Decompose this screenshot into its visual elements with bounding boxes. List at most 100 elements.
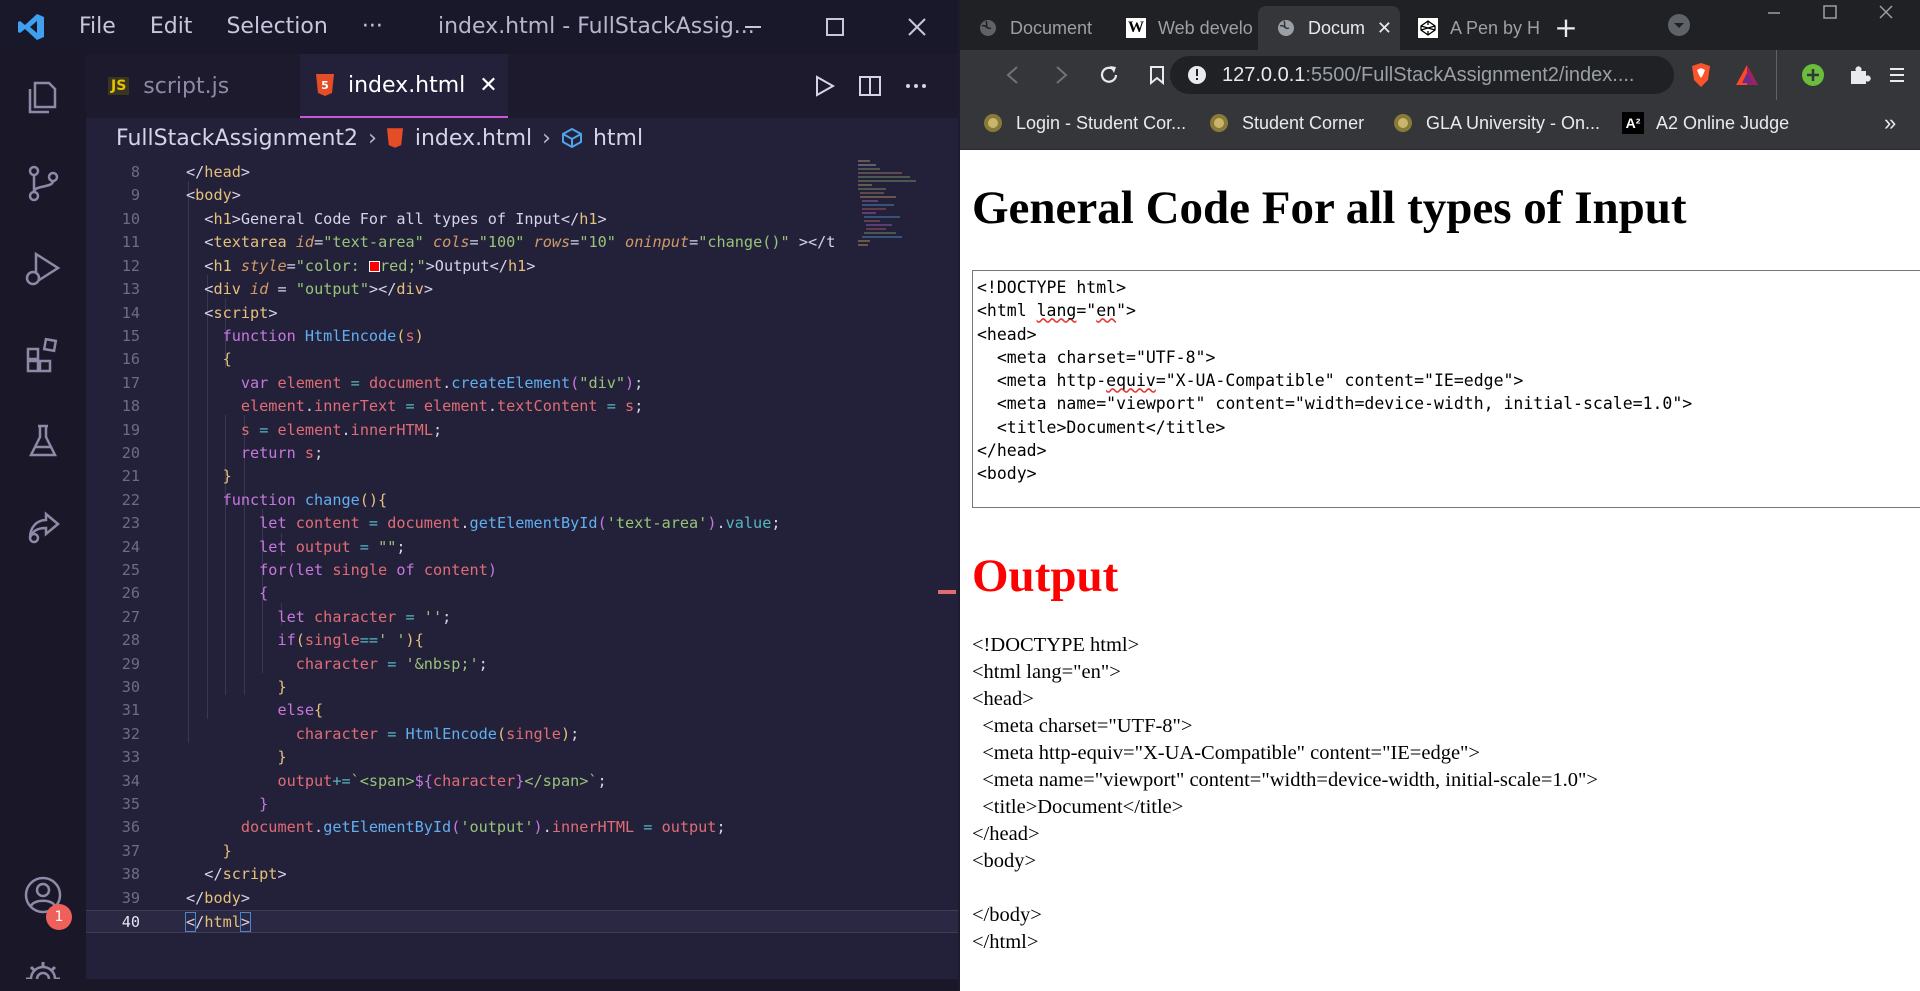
symbol-element-icon	[561, 127, 583, 149]
code-line: 31 else{	[121, 701, 324, 719]
url-path: :5500/FullStackAssignment2/index....	[1305, 63, 1635, 86]
status-bar	[0, 979, 958, 991]
browser-tab-title: A Pen by H	[1450, 17, 1541, 38]
extensions-icon[interactable]	[0, 312, 86, 398]
code-line: 9 <body>	[130, 186, 241, 204]
code-line: 38 </script>	[121, 865, 287, 883]
tab-search-icon[interactable]	[1666, 12, 1692, 38]
code-line: 10 <h1>General Code For all types of Inp…	[121, 210, 607, 228]
html5-file-icon: 5	[316, 74, 334, 96]
bookmark-item[interactable]: Login - Student Cor...	[982, 100, 1186, 146]
tab-close-button[interactable]: ✕	[479, 73, 497, 98]
chevron-right-icon: ›	[542, 125, 551, 151]
codepen-icon	[1418, 18, 1438, 38]
tab-label: script.js	[143, 73, 230, 99]
account-icon[interactable]	[0, 852, 86, 938]
bookmark-item[interactable]: Student Corner	[1208, 100, 1364, 146]
browser-tab-title: Web develo	[1158, 17, 1253, 38]
code-line: 11 <textarea id="text-area" cols="100" r…	[121, 233, 836, 251]
code-line: 8 </head>	[130, 163, 251, 181]
bookmark-label: Login - Student Cor...	[1016, 112, 1187, 133]
code-line: 18 element.innerText = element.textConte…	[121, 397, 644, 415]
code-line: 22 function change(){	[121, 491, 388, 509]
menu-edit[interactable]: Edit	[133, 0, 210, 54]
more-actions-icon[interactable]	[892, 54, 940, 118]
close-tab-button[interactable]: ✕	[1377, 18, 1392, 39]
editor-tab-bar: JS script.js 5 index.html ✕	[86, 54, 958, 118]
code-line: 30 }	[121, 678, 287, 696]
brave-shields-icon[interactable]	[1678, 50, 1724, 100]
code-line: 23 let content = document.getElementById…	[121, 514, 781, 532]
javascript-file-icon: JS	[108, 77, 130, 95]
svg-text:5: 5	[321, 79, 329, 92]
testing-flask-icon[interactable]	[0, 398, 86, 484]
bookmark-item[interactable]: A² A2 Online Judge	[1622, 100, 1789, 146]
browser-tab-active[interactable]: Docum ✕	[1258, 6, 1400, 50]
explorer-icon[interactable]	[0, 54, 86, 140]
menu-more[interactable]: ···	[345, 0, 400, 54]
tab-index-html[interactable]: 5 index.html ✕	[300, 54, 508, 118]
bookmark-item[interactable]: GLA University - On...	[1392, 100, 1600, 146]
new-tab-button[interactable]: +	[1546, 6, 1586, 50]
code-line-current: 40 </html>	[86, 910, 958, 934]
reload-button[interactable]	[1086, 50, 1132, 100]
breadcrumb: FullStackAssignment2 › index.html › html	[86, 118, 958, 158]
output-area: <!DOCTYPE html> <html lang="en"> <head> …	[972, 634, 1598, 953]
browser-toolbar: 127.0.0.1:5500/FullStackAssignment2/inde…	[960, 50, 1920, 100]
browser-tab-strip: Document W Web develo Docum ✕ A Pen by H…	[960, 0, 1920, 50]
run-button[interactable]	[800, 54, 848, 118]
minimize-button[interactable]	[1746, 0, 1802, 26]
menu-file[interactable]: File	[62, 0, 133, 54]
color-swatch[interactable]	[368, 261, 380, 272]
split-editor-button[interactable]	[846, 54, 894, 118]
close-window-button[interactable]	[1858, 0, 1914, 26]
forward-button[interactable]	[1038, 50, 1084, 100]
code-line: 39 </body>	[121, 889, 251, 907]
run-debug-icon[interactable]	[0, 226, 86, 312]
browser-tab-title: Docum	[1308, 17, 1366, 38]
brave-rewards-icon[interactable]	[1724, 50, 1770, 100]
menu-hamburger-icon[interactable]	[1874, 50, 1920, 100]
code-line: 17 var element = document.createElement(…	[121, 374, 644, 392]
code-line: 37 }	[121, 842, 232, 860]
extension-add-icon[interactable]	[1790, 50, 1836, 100]
browser-tab-title: Document	[1010, 17, 1093, 38]
breadcrumb-file[interactable]: index.html	[415, 126, 532, 151]
breadcrumb-folder[interactable]: FullStackAssignment2	[116, 126, 358, 151]
menu-selection[interactable]: Selection	[209, 0, 344, 54]
minimize-button[interactable]	[712, 0, 794, 54]
code-line: 16 {	[121, 350, 232, 368]
source-control-icon[interactable]	[0, 140, 86, 226]
browser-tab[interactable]: Document	[960, 6, 1108, 50]
code-line: 33 }	[121, 748, 287, 766]
back-button[interactable]	[990, 50, 1036, 100]
code-editor[interactable]: 8 </head> 9 <body> 10 <h1>General Code For…	[86, 158, 958, 991]
live-share-icon[interactable]	[0, 484, 86, 570]
maximize-button[interactable]	[794, 0, 876, 54]
globe-icon	[1276, 18, 1296, 38]
site-info-icon[interactable]	[1186, 64, 1208, 86]
chevron-right-icon: ›	[368, 125, 377, 151]
code-line: 34 output+=`<span>${character}</span>`;	[121, 772, 607, 790]
code-line: 25 for(let single of content)	[121, 561, 497, 579]
bookmarks-overflow-button[interactable]: »	[1884, 100, 1896, 146]
close-window-button[interactable]	[876, 0, 958, 54]
minimap[interactable]	[856, 158, 928, 248]
breadcrumb-symbol[interactable]: html	[593, 126, 643, 151]
browser-tab[interactable]: W Web develo	[1108, 6, 1258, 50]
tab-script-js[interactable]: JS script.js	[86, 54, 300, 118]
code-line: 19 s = element.innerHTML;	[121, 421, 443, 439]
code-line: 15 function HtmlEncode(s)	[121, 327, 424, 345]
code-line: 24 let output = "";	[121, 538, 406, 556]
code-line: 36 document.getElementById('output').inn…	[121, 818, 726, 836]
browser-tab[interactable]: A Pen by H	[1400, 6, 1542, 50]
code-line: 14 <script>	[121, 304, 278, 322]
bookmark-label: A2 Online Judge	[1656, 112, 1790, 133]
code-input-textarea[interactable]: <!DOCTYPE html> <html lang="en"> <head> …	[972, 270, 1920, 508]
vscode-titlebar: File Edit Selection ··· index.html - Ful…	[0, 0, 958, 54]
address-bar[interactable]: 127.0.0.1:5500/FullStackAssignment2/inde…	[1170, 56, 1674, 94]
vscode-window: File Edit Selection ··· index.html - Ful…	[0, 0, 958, 991]
scrollbar-marker	[938, 590, 956, 594]
window-title: index.html - FullStackAssig...	[438, 14, 755, 39]
maximize-button[interactable]	[1802, 0, 1858, 26]
